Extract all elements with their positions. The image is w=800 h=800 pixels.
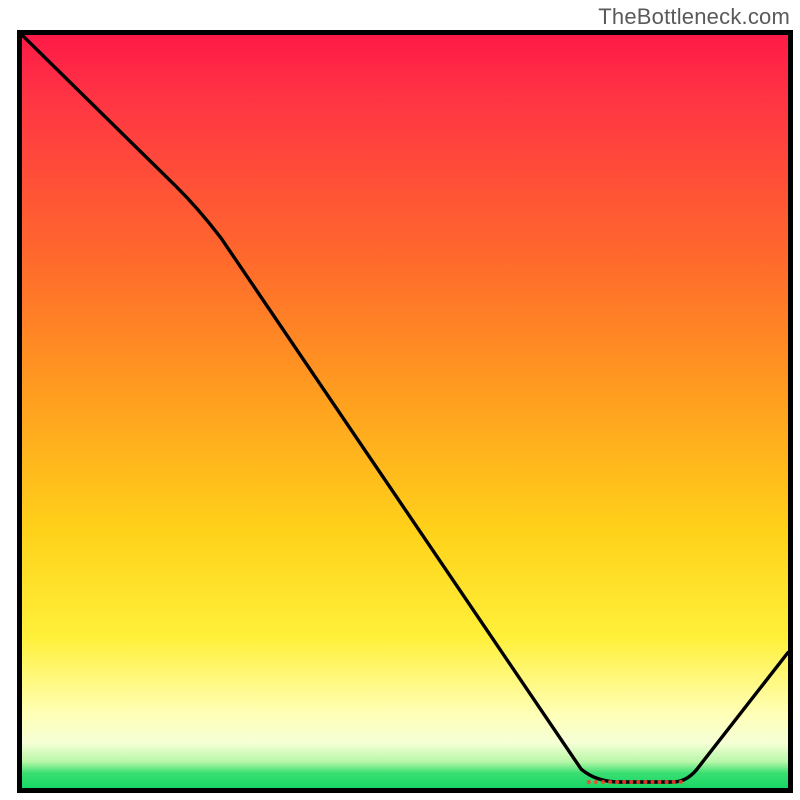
watermark-text: TheBottleneck.com — [598, 4, 790, 30]
chart-frame — [17, 30, 793, 793]
optimum-marker — [22, 35, 788, 788]
